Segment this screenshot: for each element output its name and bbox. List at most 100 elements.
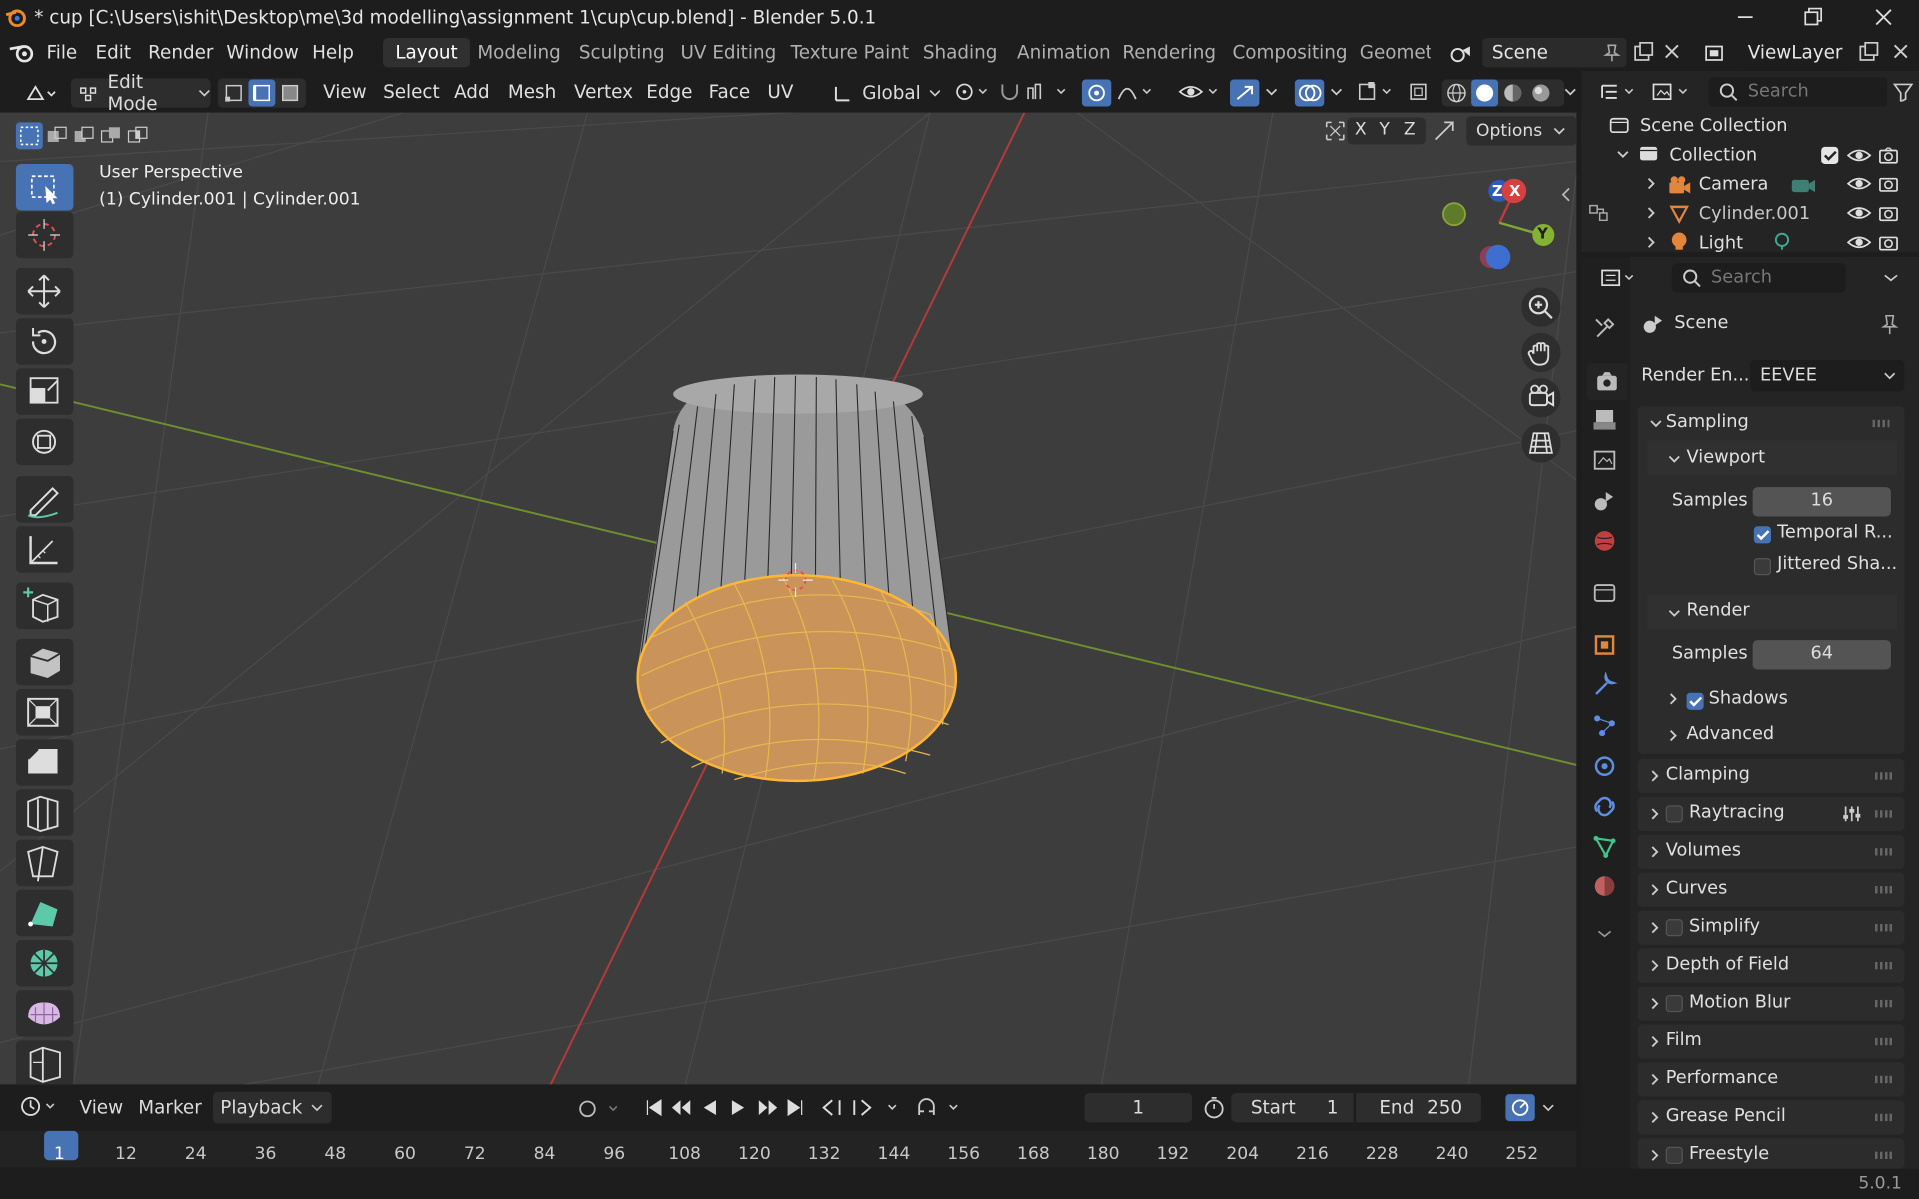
physics-tab-icon[interactable] [1591,753,1618,780]
close-window-icon[interactable] [1871,5,1895,29]
filter-toggle-icon[interactable] [1586,201,1610,225]
chevron-down-icon[interactable] [1882,272,1899,284]
restore-icon[interactable] [1800,5,1824,29]
viewport-subpanel-label[interactable]: Viewport [1687,448,1766,468]
props-editor-type-icon[interactable] [1598,267,1640,289]
viewlayer-field[interactable]: ViewLayer [1737,37,1861,68]
shadows-label[interactable]: Shadows [1709,689,1788,709]
menu-vertex[interactable]: Vertex [574,81,633,103]
constraints-tab-icon[interactable] [1591,793,1618,820]
viewport-samples-field[interactable]: 16 [1752,487,1891,517]
eye-icon[interactable] [1846,146,1872,166]
world-tab-icon[interactable] [1591,528,1618,555]
viewlayer-icon[interactable] [1699,40,1736,67]
outliner-search[interactable]: Search [1708,77,1888,107]
play-icon[interactable] [728,1098,748,1118]
tool-smooth[interactable] [15,990,74,1037]
timeline-menu-view[interactable]: View [80,1097,124,1119]
render-tab-icon[interactable] [1586,363,1628,401]
options-dropdown[interactable]: Options [1466,116,1577,146]
pan-hand-icon[interactable] [1521,332,1561,373]
sampling-header[interactable]: Sampling [1666,412,1749,432]
tool-add-cube[interactable] [15,582,74,630]
next-keyframe-icon[interactable] [756,1098,778,1118]
panel-film[interactable]: Film [1637,1024,1905,1059]
panel-freestyle[interactable]: Freestyle [1637,1138,1905,1169]
tool-cursor[interactable] [15,211,74,259]
timeline-editor-type-icon[interactable] [20,1095,62,1117]
tab-texture-paint[interactable]: Texture Paint [778,38,921,67]
tab-geometry-nodes[interactable]: Geometr [1348,38,1431,67]
tool-select-box[interactable] [15,164,74,211]
prev-keyframe-icon[interactable] [671,1098,693,1118]
collection-checkbox[interactable] [1821,146,1839,165]
particles-tab-icon[interactable] [1591,712,1618,739]
camera-view-icon[interactable] [1521,378,1561,418]
tool-measure[interactable] [15,526,74,573]
snap-toggle-icon[interactable] [1431,117,1458,144]
simplify-checkbox[interactable] [1665,919,1683,937]
delete-scene-icon[interactable] [1662,42,1682,62]
editor-type-icon[interactable] [20,78,64,107]
presets-icon[interactable] [1841,803,1863,825]
pivot-icon[interactable] [952,81,991,103]
output-tab-icon[interactable] [1591,406,1618,433]
new-viewlayer-icon[interactable] [1858,41,1880,64]
panel-volumes[interactable]: Volumes [1637,834,1905,869]
xray-icon[interactable] [1407,81,1431,103]
axis-x-button[interactable]: X [1355,120,1367,140]
menu-edit[interactable]: Edit [95,42,131,64]
tool-poly-build[interactable] [15,889,74,937]
menu-edge[interactable]: Edge [646,81,692,103]
jittered-checkbox[interactable] [1753,558,1771,576]
panel-grease-pencil[interactable]: Grease Pencil [1637,1100,1905,1135]
light-data-icon[interactable] [1771,231,1793,251]
rendered-shading-icon[interactable] [1530,82,1552,104]
stopwatch-icon[interactable] [1202,1096,1226,1119]
menu-view[interactable]: View [323,81,367,103]
mesh-edit-overlay-icon[interactable] [1356,81,1398,103]
panel-performance[interactable]: Performance [1637,1062,1905,1097]
eye-icon[interactable] [1846,203,1872,223]
menu-select[interactable]: Select [383,81,440,103]
display-mode-icon[interactable] [1650,81,1694,103]
object-tab-icon[interactable] [1591,632,1618,659]
axis-lock-icon[interactable] [1322,117,1349,144]
vertex-select-icon[interactable] [220,80,247,107]
tool-bevel[interactable] [15,739,74,786]
material-shading-icon[interactable] [1502,82,1524,104]
motion-blur-checkbox[interactable] [1665,995,1683,1013]
render-engine-dropdown[interactable]: EEVEE [1750,359,1905,392]
axis-y-button[interactable]: Y [1379,120,1389,140]
freestyle-checkbox[interactable] [1665,1146,1683,1164]
tab-shading[interactable]: Shading [911,38,1010,67]
face-select-icon[interactable] [277,80,304,107]
tool-scale[interactable] [15,368,74,415]
chevron-down-icon[interactable] [1564,86,1576,98]
frame-ruler[interactable] [0,1130,1577,1168]
data-tab-icon[interactable] [1591,833,1618,860]
select-invert-icon[interactable] [99,125,123,147]
falloff-icon[interactable] [1116,81,1158,103]
end-frame-field[interactable]: End 250 [1356,1092,1481,1123]
render-subpanel-label[interactable]: Render [1687,601,1750,621]
pin-icon[interactable] [1603,43,1621,63]
eye-icon[interactable] [1846,233,1872,253]
tool-transform[interactable] [15,418,74,466]
tool-loop-cut[interactable] [15,789,74,836]
menu-render[interactable]: Render [148,42,213,64]
outliner-editor-type-icon[interactable] [1598,81,1640,103]
menu-add[interactable]: Add [454,81,490,103]
solid-shading-icon[interactable] [1471,79,1499,107]
tool-spin[interactable] [15,939,74,987]
blender-menu-icon[interactable] [9,43,36,63]
current-frame-field[interactable]: 1 [1084,1092,1193,1123]
collection-label[interactable]: Collection [1669,146,1757,166]
tab-modeling[interactable]: Modeling [465,38,573,67]
panel-motion-blur[interactable]: Motion Blur [1637,986,1905,1021]
menu-file[interactable]: File [47,42,78,64]
tool-edge-slide[interactable] [15,1040,74,1085]
expand-sampling-icon[interactable] [1649,416,1664,431]
3d-viewport[interactable]: User Perspective (1) Cylinder.001 | Cyli… [0,112,1577,1085]
outliner-item-camera[interactable]: Camera [1699,175,1769,195]
